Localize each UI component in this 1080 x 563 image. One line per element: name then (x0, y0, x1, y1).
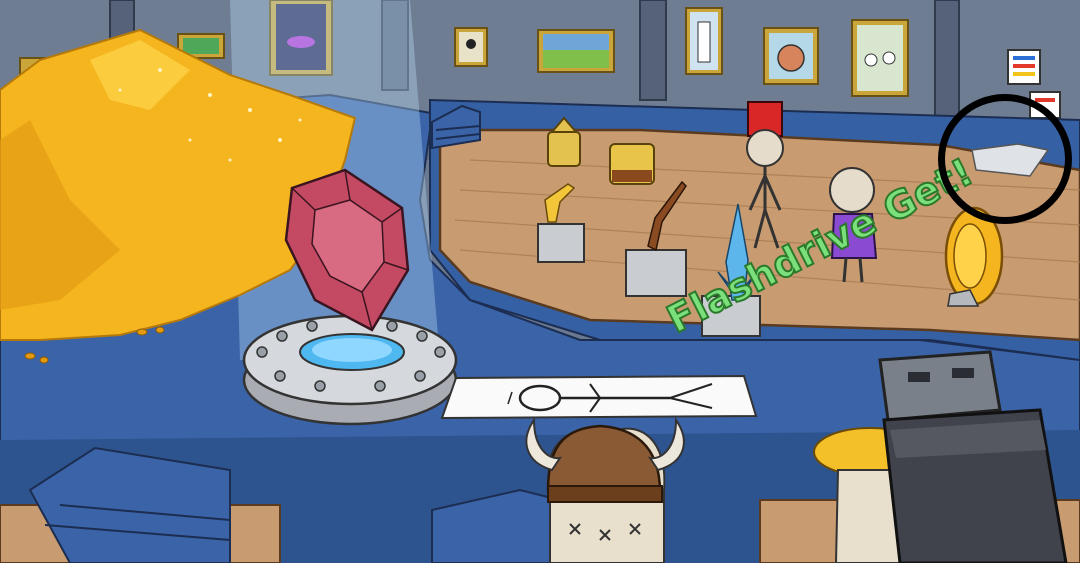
golden-idol-right[interactable] (609, 143, 655, 185)
game-scene: Flashdrive Get! (0, 0, 1080, 563)
painting-small-figure[interactable] (454, 27, 488, 67)
hint-circle-highlight[interactable] (938, 94, 1072, 224)
painting-landscape[interactable] (537, 29, 615, 73)
painting-two-figures[interactable] (851, 19, 909, 97)
stickman-drawing[interactable] (440, 374, 758, 420)
museum-background (0, 0, 1080, 563)
painting-abstract[interactable] (1007, 49, 1041, 85)
painting-portrait[interactable] (763, 27, 819, 85)
teleporter-pad[interactable] (242, 314, 458, 426)
painting-cat[interactable] (685, 7, 723, 75)
